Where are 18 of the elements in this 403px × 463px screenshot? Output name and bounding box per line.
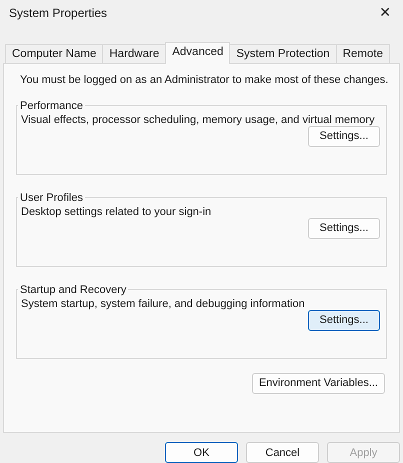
settings-button[interactable]: Settings... <box>308 218 380 239</box>
group-description: Visual effects, processor scheduling, memory usage, and virtual memory <box>21 114 376 126</box>
group-description: System startup, system failure, and debugging information <box>21 298 306 310</box>
settings-button[interactable]: Settings... <box>308 310 380 331</box>
group-title: User Profiles <box>19 192 84 204</box>
dialog-button[interactable]: OK <box>165 442 238 463</box>
group-title: Startup and Recovery <box>19 284 128 296</box>
close-button[interactable]: ✕ <box>377 4 393 21</box>
group-title: Performance <box>19 100 84 112</box>
tab[interactable]: Remote <box>336 44 390 63</box>
tab[interactable]: Computer Name <box>5 44 104 63</box>
dialog-button[interactable]: Cancel <box>246 442 319 463</box>
environment-variables-button[interactable]: Environment Variables... <box>252 372 385 394</box>
notice-text: You must be logged on as an Administrator to make most of these changes. <box>20 74 388 86</box>
window-title: System Properties <box>9 6 108 20</box>
tab[interactable]: Advanced <box>165 42 230 64</box>
settings-button[interactable]: Settings... <box>308 126 380 147</box>
group-description: Desktop settings related to your sign-in <box>21 206 212 218</box>
